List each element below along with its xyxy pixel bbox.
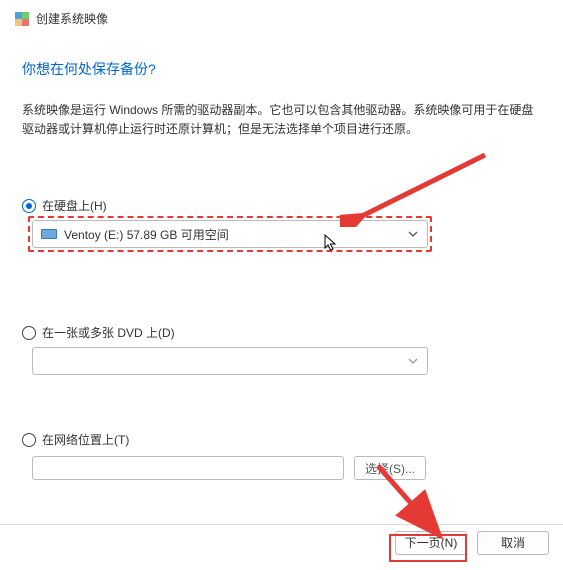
option-dvd-label: 在一张或多张 DVD 上(D) [42,324,175,341]
hard-disk-selected: Ventoy (E:) 57.89 GB 可用空间 [64,226,229,243]
footer: 下一页(N) 取消 [0,524,563,560]
browse-button[interactable]: 选择(S)... [354,456,426,480]
option-dvd[interactable]: 在一张或多张 DVD 上(D) [22,324,541,341]
page-description: 系统映像是运行 Windows 所需的驱动器副本。它也可以包含其他驱动器。系统映… [22,101,541,139]
disk-icon [41,229,57,239]
cancel-button[interactable]: 取消 [477,531,549,555]
option-hard-disk[interactable]: 在硬盘上(H) [22,197,541,214]
page-heading: 你想在何处保存备份? [22,59,541,79]
next-button[interactable]: 下一页(N) [395,531,467,555]
option-network[interactable]: 在网络位置上(T) [22,431,541,448]
window-title: 创建系统映像 [36,10,108,27]
titlebar: 创建系统映像 [0,0,563,31]
hard-disk-dropdown[interactable]: Ventoy (E:) 57.89 GB 可用空间 [32,220,428,248]
chevron-down-icon [408,231,418,237]
radio-hard-disk[interactable] [22,199,36,213]
option-hard-disk-label: 在硬盘上(H) [42,197,107,214]
radio-dvd[interactable] [22,326,36,340]
option-network-label: 在网络位置上(T) [42,431,129,448]
radio-network[interactable] [22,433,36,447]
dvd-dropdown [32,347,428,375]
network-path-input[interactable] [32,456,344,480]
backup-app-icon [14,11,30,27]
chevron-down-icon [408,358,418,364]
